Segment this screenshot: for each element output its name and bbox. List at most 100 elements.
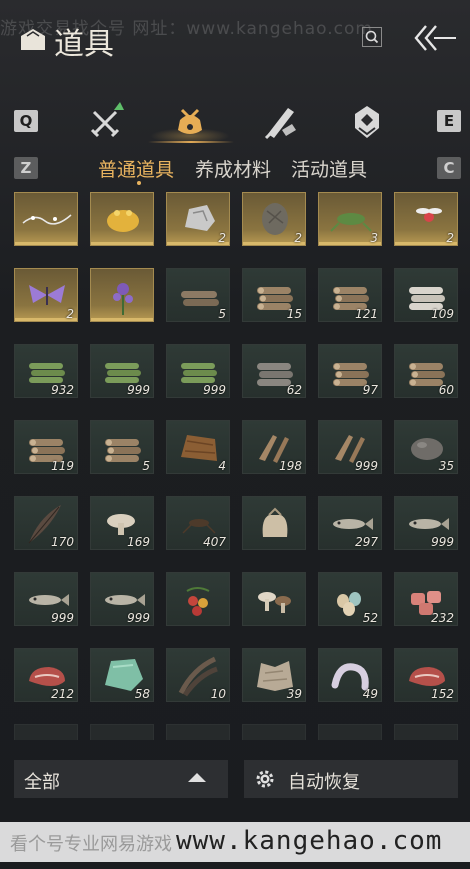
inventory-slot[interactable]: 999: [14, 572, 78, 626]
tab-normal-items[interactable]: 普通道具: [98, 155, 174, 182]
item-count: 932: [51, 383, 74, 397]
inventory-slot[interactable]: 5: [90, 420, 154, 474]
watermark-url: www.kangehao.com: [176, 826, 443, 856]
inventory-slot[interactable]: 2: [14, 268, 78, 322]
watermark-bottom: 看个号专业网易游戏 www.kangehao.com: [0, 822, 470, 862]
item-count: 999: [355, 459, 378, 473]
inventory-slot[interactable]: 169: [90, 496, 154, 550]
rarity-strip: [15, 242, 77, 245]
item-count: 212: [51, 687, 74, 701]
inventory-slot[interactable]: 297: [318, 496, 382, 550]
key-hint-next-subtab[interactable]: C: [437, 157, 461, 179]
item-count: 15: [286, 307, 302, 321]
inventory-slot[interactable]: 3: [318, 192, 382, 246]
grain-sack-icon: [262, 507, 288, 537]
purple-flower-icon: [113, 283, 133, 315]
inventory-slot[interactable]: 999: [90, 344, 154, 398]
item-count: 999: [203, 383, 226, 397]
item-count: 198: [279, 459, 302, 473]
inventory-slot[interactable]: 10: [166, 648, 230, 702]
item-count: 169: [127, 535, 150, 549]
inventory-slot[interactable]: 58: [90, 648, 154, 702]
item-count: 35: [438, 459, 454, 473]
inventory-slot[interactable]: 999: [394, 496, 458, 550]
auto-restore-button[interactable]: 自动恢复: [244, 760, 458, 798]
crossed-swords-icon[interactable]: [84, 100, 128, 144]
item-count: 407: [203, 535, 226, 549]
inventory-slot[interactable]: [14, 724, 78, 740]
inventory-slot[interactable]: 52: [318, 572, 382, 626]
inventory-slot[interactable]: 60: [394, 344, 458, 398]
inventory-slot[interactable]: 152: [394, 648, 458, 702]
item-count: 3: [370, 231, 378, 245]
inventory-slot[interactable]: 999: [90, 572, 154, 626]
inventory-slot[interactable]: 170: [14, 496, 78, 550]
inventory-slot[interactable]: 121: [318, 268, 382, 322]
inventory-slot[interactable]: [90, 724, 154, 740]
inventory-slot[interactable]: 999: [318, 420, 382, 474]
item-count: 121: [355, 307, 378, 321]
inventory-slot[interactable]: [166, 724, 230, 740]
item-count: 152: [431, 687, 454, 701]
inventory-slot[interactable]: 232: [394, 572, 458, 626]
item-count: 999: [431, 535, 454, 549]
item-count: 10: [210, 687, 226, 701]
inventory-slot[interactable]: [318, 724, 382, 740]
inventory-slot[interactable]: 2: [394, 192, 458, 246]
inventory-slot[interactable]: 97: [318, 344, 382, 398]
inventory-slot[interactable]: 198: [242, 420, 306, 474]
item-count: 2: [218, 231, 226, 245]
inventory-slot[interactable]: [242, 496, 306, 550]
inventory-slot[interactable]: [90, 192, 154, 246]
tab-event-items[interactable]: 活动道具: [291, 155, 367, 182]
pouch-icon[interactable]: [168, 100, 212, 144]
inventory-slot[interactable]: 2: [166, 192, 230, 246]
key-hint-prev-subtab[interactable]: Z: [14, 157, 38, 179]
inventory-slot[interactable]: 15: [242, 268, 306, 322]
inventory-slot[interactable]: 932: [14, 344, 78, 398]
key-hint-next-category[interactable]: E: [437, 110, 461, 132]
active-category-underline: [148, 141, 234, 143]
item-count: 62: [286, 383, 302, 397]
silver-thread-icon: [22, 214, 72, 225]
inventory-slot[interactable]: 62: [242, 344, 306, 398]
back-icon[interactable]: [408, 22, 458, 54]
inventory-slot[interactable]: 109: [394, 268, 458, 322]
badge-icon[interactable]: [345, 100, 389, 144]
inventory-slot[interactable]: [14, 192, 78, 246]
scroll-brush-icon[interactable]: [258, 100, 302, 144]
inventory-slot[interactable]: [394, 724, 458, 740]
item-count: 999: [127, 383, 150, 397]
inventory-slot[interactable]: 4: [166, 420, 230, 474]
inventory-slot[interactable]: [242, 724, 306, 740]
inventory-slot[interactable]: 5: [166, 268, 230, 322]
mushrooms-icon: [258, 592, 291, 613]
item-count: 119: [51, 459, 74, 473]
inventory-slot[interactable]: 119: [14, 420, 78, 474]
inventory-slot[interactable]: [242, 572, 306, 626]
item-count: 97: [362, 383, 378, 397]
inventory-grid: 2 2 3 2 2 5 15 121 109 932 999 999 62 97 60 119 5 4 198 999…: [14, 192, 460, 740]
item-count: 58: [134, 687, 150, 701]
auto-restore-label: 自动恢复: [288, 772, 360, 793]
inventory-slot[interactable]: 407: [166, 496, 230, 550]
item-count: 49: [362, 687, 378, 701]
inventory-slot[interactable]: 212: [14, 648, 78, 702]
inventory-slot[interactable]: 999: [166, 344, 230, 398]
inventory-slot[interactable]: [166, 572, 230, 626]
search-button[interactable]: [362, 27, 382, 47]
inventory-slot[interactable]: 2: [242, 192, 306, 246]
item-count: 2: [66, 307, 74, 321]
inventory-slot[interactable]: 49: [318, 648, 382, 702]
filter-dropdown[interactable]: 全部: [14, 760, 228, 798]
gear-icon: [256, 770, 274, 788]
item-count: 4: [218, 459, 226, 473]
inventory-slot[interactable]: 39: [242, 648, 306, 702]
item-count: 999: [127, 611, 150, 625]
item-count: 2: [446, 231, 454, 245]
key-hint-prev-category[interactable]: Q: [14, 110, 38, 132]
inventory-slot[interactable]: 35: [394, 420, 458, 474]
item-count: 232: [431, 611, 454, 625]
inventory-slot[interactable]: [90, 268, 154, 322]
tab-growth-materials[interactable]: 养成材料: [195, 155, 271, 182]
